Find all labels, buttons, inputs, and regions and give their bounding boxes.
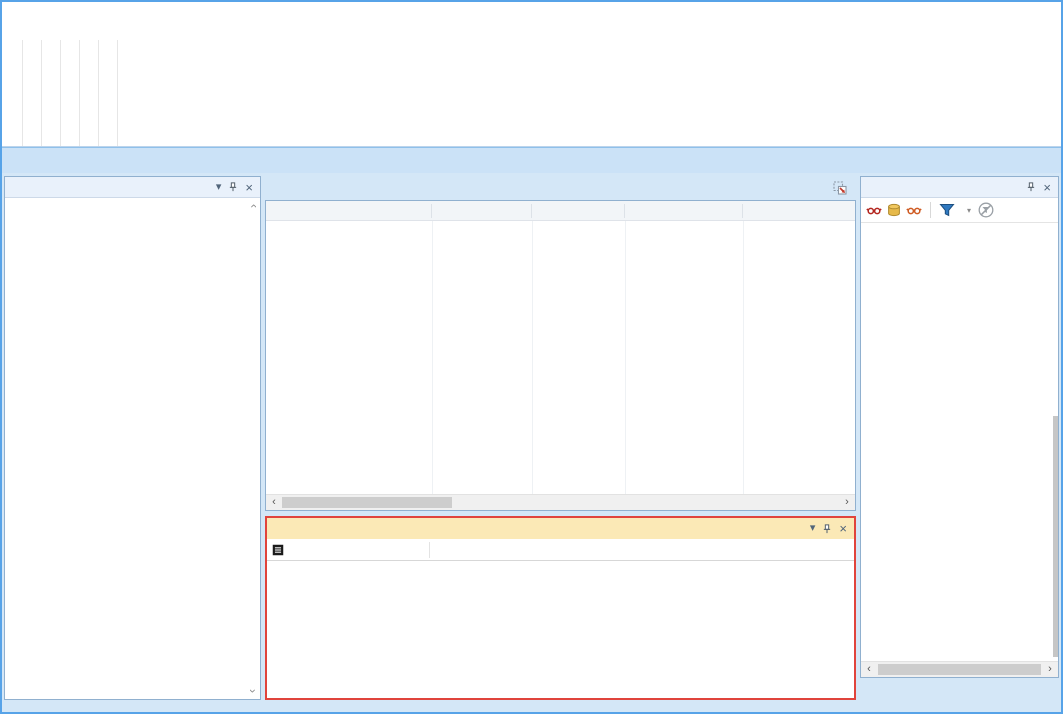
scroll-right-arrow-icon[interactable]: ›	[839, 497, 855, 508]
scroll-down-arrow-icon[interactable]	[251, 685, 255, 697]
menu-bar	[2, 2, 1061, 40]
ribbon-group-configurations	[42, 40, 61, 146]
scroll-left-arrow-icon[interactable]: ‹	[861, 664, 877, 675]
database-icon[interactable]	[886, 202, 902, 218]
close-icon[interactable]	[1040, 181, 1054, 194]
object-list-icon	[271, 543, 285, 557]
vertical-scrollbar[interactable]	[1052, 223, 1058, 661]
ribbon-group-label	[62, 140, 78, 146]
pin-icon[interactable]	[818, 523, 836, 535]
development-panel	[4, 176, 261, 700]
column-header[interactable]	[266, 204, 432, 218]
horizontal-scrollbar[interactable]: ‹ ›	[266, 494, 855, 510]
scroll-up-arrow-icon[interactable]	[251, 200, 255, 212]
results-grid-body	[267, 561, 854, 698]
columns-panel-header	[265, 176, 856, 200]
panel-menu-icon[interactable]	[807, 523, 819, 534]
pin-icon[interactable]	[1022, 181, 1040, 193]
columns-grid: ‹ ›	[265, 200, 856, 511]
filter-icon[interactable]	[939, 202, 955, 218]
scrollbar-thumb[interactable]	[1053, 416, 1058, 657]
vertical-scrollbar[interactable]	[245, 198, 260, 699]
browser-toolbar	[861, 198, 1058, 223]
browse-icon[interactable]	[866, 202, 882, 218]
ribbon-group-parameter	[61, 40, 80, 146]
ribbon-group-label	[24, 140, 40, 146]
clear-filter-icon[interactable]	[978, 202, 994, 218]
scrollbar-thumb[interactable]	[878, 664, 1041, 675]
results-panel-header	[267, 518, 854, 539]
column-header[interactable]	[743, 204, 855, 218]
data-warehouse-panel: ‹ ›	[860, 176, 1059, 678]
browse-run-icon[interactable]	[906, 202, 922, 218]
column-header[interactable]	[432, 204, 532, 218]
horizontal-scrollbar[interactable]: ‹ ›	[861, 661, 1058, 677]
ribbon-group-label	[100, 140, 116, 146]
column-header[interactable]	[532, 204, 625, 218]
pin-icon[interactable]	[224, 181, 242, 193]
development-panel-header	[5, 177, 260, 198]
ribbon-group-label	[81, 140, 97, 146]
results-grid-header	[267, 539, 854, 561]
data-warehouse-panel-header	[861, 177, 1058, 198]
ribbon-group-label	[43, 140, 59, 146]
columns-grid-header	[266, 201, 855, 221]
stage-table-icon[interactable]	[832, 180, 848, 196]
ribbon-group-validate	[23, 40, 42, 146]
scroll-right-arrow-icon[interactable]: ›	[1042, 664, 1058, 675]
scroll-left-arrow-icon[interactable]: ‹	[266, 497, 282, 508]
ribbon-group-search	[80, 40, 99, 146]
grid-empty-area	[266, 221, 855, 494]
browser-tab-strip	[860, 679, 1059, 701]
app-window: ‹ ›	[0, 0, 1063, 714]
view-tab-strip	[2, 147, 1061, 173]
ribbon-group-other-tools	[99, 40, 118, 146]
close-icon[interactable]	[242, 181, 256, 194]
scrollbar-thumb[interactable]	[282, 497, 452, 508]
results-panel	[265, 516, 856, 700]
main-workspace: ‹ ›	[2, 174, 1061, 712]
filter-dropdown-caret-icon[interactable]	[967, 206, 971, 215]
column-header[interactable]	[625, 204, 743, 218]
ribbon-group-label	[5, 140, 21, 146]
center-area: ‹ ›	[265, 176, 856, 700]
close-icon[interactable]	[836, 522, 850, 535]
ribbon	[2, 40, 1061, 147]
panel-menu-icon[interactable]	[213, 182, 225, 193]
ribbon-group-backup	[4, 40, 23, 146]
